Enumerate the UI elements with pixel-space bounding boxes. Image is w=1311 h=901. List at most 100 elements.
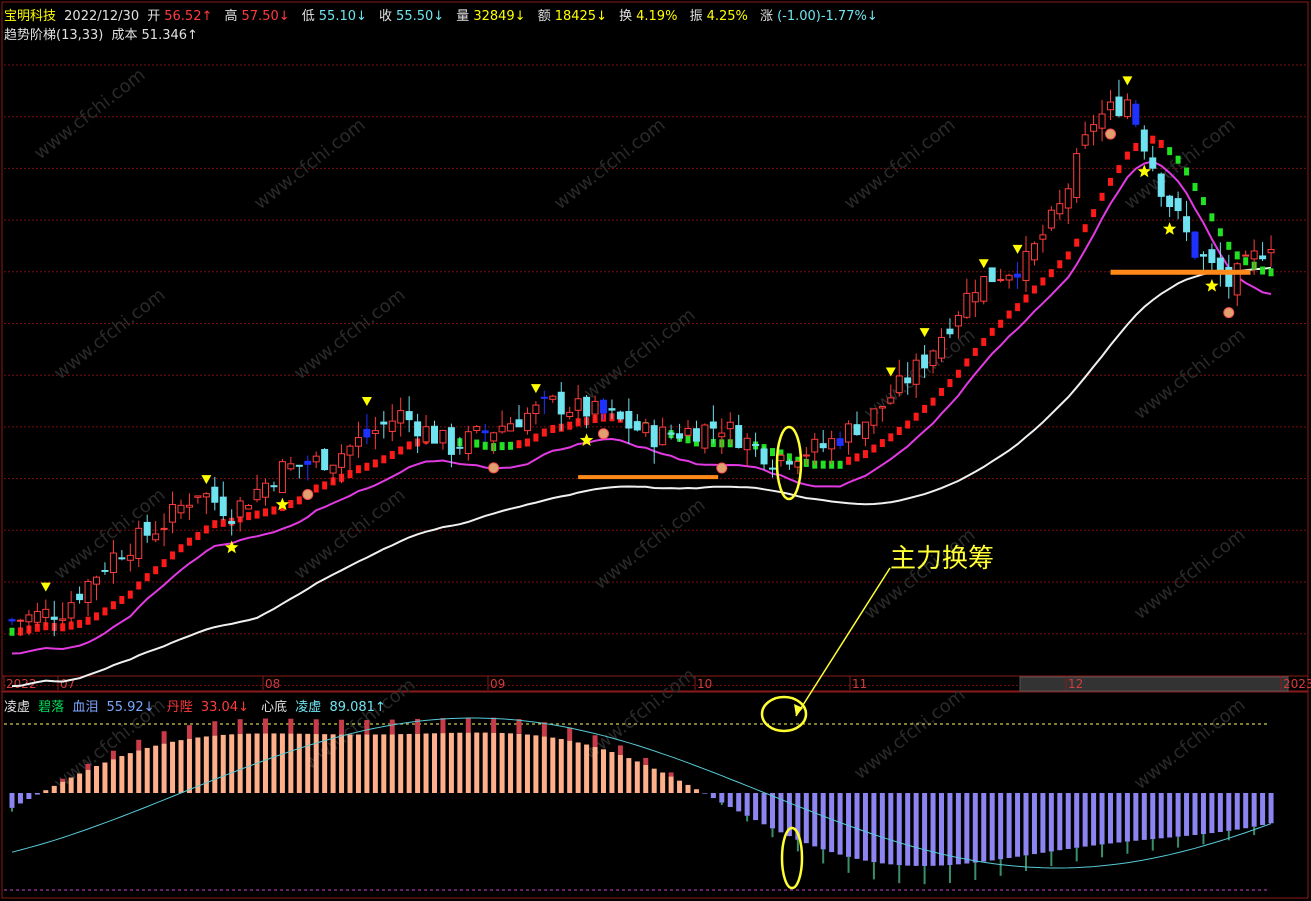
sub-bar-extension [186,725,192,739]
close-label: 收 [379,9,393,24]
candle-body [456,446,464,449]
high-value: 57.50↓ [241,9,290,24]
stock-name[interactable]: 宝明科技 [4,9,56,24]
candle-body [1140,129,1148,152]
cost-value: 51.346↑ [141,28,198,43]
trend-step-mark [1040,277,1046,286]
trend-step-mark [1200,197,1206,206]
candle-body [769,467,776,470]
trend-step-mark [905,420,911,429]
sub-bar [1082,793,1088,847]
trend-step-mark [1065,251,1071,260]
sub-bar [1006,793,1012,859]
sub-bar-extension [796,839,799,852]
candle-body [109,552,117,574]
candle-body [709,421,717,429]
trend-step-mark [110,601,116,610]
candle-body [211,486,219,503]
candle-body [295,464,303,467]
sub-bar [271,733,277,793]
sub-bar [955,793,961,865]
sub-bar [263,733,268,793]
sub-bar [862,793,868,861]
candle-body [236,500,244,518]
candle-body [84,581,92,604]
x-tick-label: 09 [490,677,505,691]
trend-step-mark [119,595,125,604]
sub-bar [186,738,192,793]
sub-bar-extension [1025,855,1027,872]
candle-body [971,292,979,303]
candle-body [1132,103,1140,125]
sub-bar [1074,793,1080,848]
sub-bar [85,769,91,793]
sub-bar [68,777,74,793]
trend-step-mark [871,444,877,453]
sub-bar [237,733,243,793]
sub-bar-extension [617,745,623,755]
candle-body [1267,249,1275,254]
sub-bar [119,756,125,793]
sub-bar [1065,793,1071,849]
sub-bar-extension [948,864,951,883]
stock-chart-window: 2022 07 08 09 10 11 12 2023 www.cfchi.com www.cfc… [0,0,1311,901]
sub-bar [744,793,750,816]
candle-body [1047,209,1055,229]
buy-star-marker [1163,222,1177,235]
sell-triangle-marker [1012,244,1023,254]
sub-bar [634,761,640,793]
candle-body [921,354,929,369]
trend-step-mark [254,510,260,519]
candle-body [616,411,624,420]
sub-indicator-name[interactable]: 凌虚 [4,700,30,715]
candle-body [591,400,599,415]
sell-triangle-marker [919,328,930,338]
sub-bar [1141,793,1147,840]
sub-bar [17,793,23,804]
candle-body [228,521,236,524]
candle-body [997,279,1005,282]
trend-step-mark [981,337,987,346]
candle-body [676,433,684,439]
highlight-ellipse [780,826,804,890]
sell-triangle-marker [40,582,51,592]
sub-bar [905,793,911,866]
support-level-bar [578,475,719,480]
candle-body [473,426,481,432]
candle-body [811,438,819,453]
sub-bar [136,750,142,793]
candle-body [633,421,641,431]
trend-step-mark [1217,228,1223,237]
sub-bar [77,773,83,793]
sub-bar [803,793,809,844]
candle-body [380,421,388,425]
watermark-text: www.cfchi.com [850,684,969,784]
sub-bar-extension [643,757,649,765]
price-chart[interactable]: 2022 07 08 09 10 11 12 2023www.cfchi.comwww.cfc… [0,0,1311,901]
candle-body [1056,203,1064,215]
open-value: 56.52↑ [164,9,213,24]
candle-body [980,276,988,302]
trend-step-mark [161,559,167,568]
trend-step-mark [1243,257,1249,266]
sub-bar [415,733,421,793]
candle-body [777,454,785,462]
main-indicator-name[interactable]: 趋势阶梯(13,33) [4,28,103,43]
sub-bar [541,736,547,793]
sub-bar-extension [541,722,547,737]
sub-bar-extension [923,865,926,885]
trend-step-mark [1209,213,1215,222]
candle-body [346,445,354,456]
candle-body [287,463,295,470]
candle-body [59,618,67,621]
candle-body [169,504,177,523]
candle-body [245,504,253,510]
candle-body [1073,153,1081,198]
trend-step-mark [77,619,83,628]
trend-step-mark [9,627,15,636]
candle-body [507,423,515,432]
scroll-thumb[interactable] [1019,676,1289,692]
sub-bar [1116,793,1122,843]
sub-bar [727,793,733,807]
candle-body [160,527,168,530]
